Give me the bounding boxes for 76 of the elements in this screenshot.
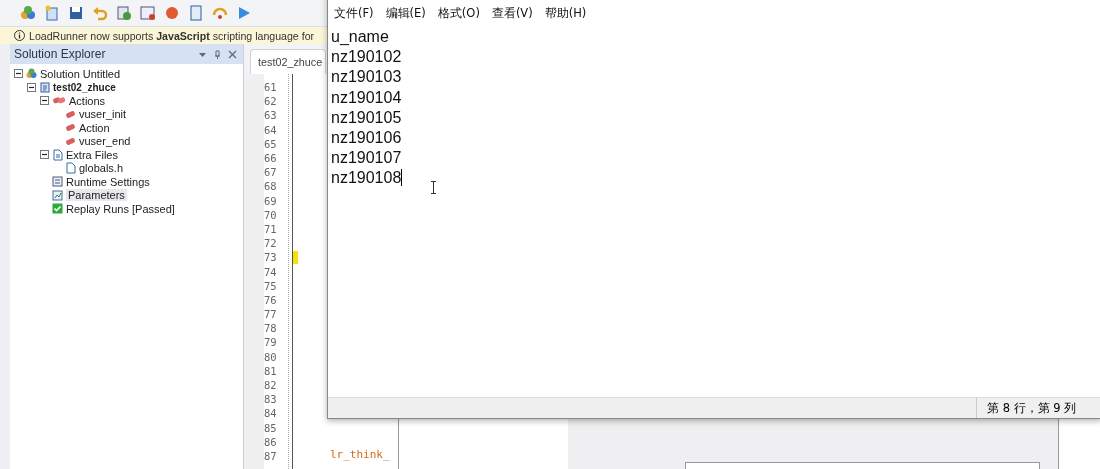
- line-number: 65: [264, 137, 277, 150]
- line-number: 81: [264, 364, 277, 377]
- info-message: LoadRunner now supports JavaScript scripting language for: [29, 29, 315, 42]
- menu-item[interactable]: 查看(V): [491, 5, 533, 21]
- tree-item[interactable]: test02_zhuce: [53, 81, 116, 93]
- pin-icon[interactable]: [213, 49, 222, 59]
- passed-icon: [52, 203, 63, 215]
- line-number: 86: [264, 435, 277, 448]
- code-text: lr_think_: [330, 448, 390, 461]
- compile-icon[interactable]: [116, 5, 132, 21]
- close-icon[interactable]: [228, 49, 237, 59]
- tree-item[interactable]: vuser_init: [79, 108, 127, 121]
- files-icon: [52, 148, 63, 161]
- collapse-icon[interactable]: [14, 69, 23, 79]
- tree-item[interactable]: vuser_end: [79, 135, 131, 148]
- script-icon: [39, 81, 50, 93]
- line-number: 74: [264, 265, 277, 278]
- record-icon[interactable]: [164, 5, 180, 21]
- line-number: 63: [264, 109, 277, 122]
- panel-title: Solution Explorer: [14, 47, 107, 61]
- tree-item[interactable]: Solution Untitled: [40, 67, 121, 80]
- line-number: 84: [264, 407, 277, 420]
- new-script-icon[interactable]: [44, 5, 60, 21]
- line-number: 79: [264, 336, 277, 349]
- line-number: 75: [264, 279, 277, 292]
- status-text: 第 8 行，第 9 列: [976, 398, 1100, 418]
- settings-icon: [52, 176, 63, 188]
- replay-arrow-icon[interactable]: [212, 5, 228, 21]
- menu-item[interactable]: 文件(F): [334, 5, 374, 21]
- line-number: 67: [264, 166, 277, 179]
- action-icon: [65, 108, 76, 120]
- tree-item[interactable]: Extra Files: [66, 148, 118, 161]
- solution-icon[interactable]: [20, 5, 36, 21]
- text-area[interactable]: u_name nz190102 nz190103 nz190104 nz190105 nz190106 nz190107 nz190108: [328, 25, 1100, 397]
- line-number: 70: [264, 208, 277, 221]
- line-number: 77: [264, 308, 277, 321]
- line-number: 73: [264, 251, 277, 264]
- collapse-icon[interactable]: [40, 150, 49, 160]
- editor-tab[interactable]: test02_zhuce: [250, 49, 327, 74]
- file-icon: [65, 162, 76, 175]
- line-number: 72: [264, 237, 277, 250]
- tree-item[interactable]: Parameters: [66, 189, 127, 202]
- line-number: 83: [264, 393, 277, 406]
- tree-item[interactable]: Action: [79, 121, 110, 134]
- menu-item[interactable]: 格式(O): [437, 5, 480, 21]
- collapse-icon[interactable]: [27, 82, 36, 92]
- run-icon[interactable]: [236, 5, 252, 21]
- line-number: 82: [264, 379, 277, 392]
- line-number: 62: [264, 95, 277, 108]
- document-icon[interactable]: [188, 5, 204, 21]
- text-cursor-icon: [430, 181, 437, 194]
- action-icon: [65, 135, 76, 147]
- info-icon: [14, 30, 25, 41]
- tree-item[interactable]: Runtime Settings: [66, 175, 150, 188]
- line-number: 69: [264, 194, 277, 207]
- line-number: 66: [264, 152, 277, 165]
- menu-item[interactable]: 帮助(H): [544, 5, 587, 21]
- collapse-icon[interactable]: [40, 96, 49, 106]
- line-number: 80: [264, 350, 277, 363]
- save-icon[interactable]: [68, 5, 84, 21]
- solution-icon: [26, 68, 37, 80]
- tree-item[interactable]: globals.h: [79, 162, 124, 175]
- line-number: 61: [264, 81, 277, 94]
- settings-icon[interactable]: [140, 5, 156, 21]
- tree-item[interactable]: Actions: [69, 94, 106, 107]
- menu-item[interactable]: 编辑(E): [385, 5, 426, 21]
- tree-item[interactable]: Replay Runs [Passed]: [66, 202, 175, 215]
- line-number: 87: [264, 449, 277, 462]
- line-number: 76: [264, 293, 277, 306]
- line-number: 71: [264, 222, 277, 235]
- line-number: 78: [264, 322, 277, 335]
- line-number: 64: [264, 123, 277, 136]
- line-number: 85: [264, 421, 277, 434]
- parameters-icon: [52, 189, 63, 201]
- action-icon: [65, 122, 76, 134]
- line-number: 68: [264, 180, 277, 193]
